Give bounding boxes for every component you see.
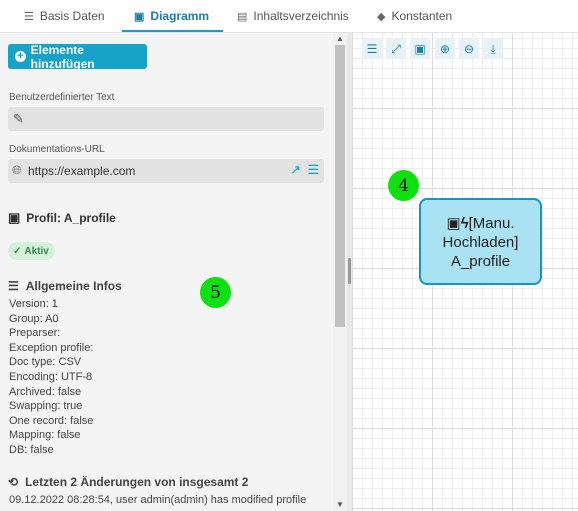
info-line: Group: A0: [9, 312, 59, 325]
status-badge: ✓ Aktiv: [8, 242, 55, 260]
scroll-up-icon[interactable]: ▲: [336, 34, 344, 43]
panel-scrollbar[interactable]: ▲ ▼: [333, 33, 347, 511]
pencil-icon: ✎: [13, 111, 24, 126]
image-icon[interactable]: ▣: [410, 39, 430, 59]
scroll-down-icon[interactable]: ▼: [336, 500, 344, 509]
add-elements-button[interactable]: + Elemente hinzufügen: [8, 42, 147, 71]
add-elements-label: Elemente hinzufügen: [30, 42, 95, 71]
download-icon[interactable]: ⤓: [483, 39, 503, 59]
general-info-title: ☰ Allgemeine Infos: [8, 279, 122, 293]
info-line: Mapping: false: [9, 429, 81, 442]
profile-title: ▣ Profil: A_profile: [8, 210, 116, 226]
general-info-title-text: Allgemeine Infos: [25, 279, 122, 293]
annotation-marker-4: 4: [388, 170, 419, 201]
history-icon: ⟲: [8, 475, 19, 489]
list-icon: ☰: [24, 10, 34, 23]
tab-label: Diagramm: [150, 9, 210, 23]
node-label-2: Hochladen]: [442, 234, 519, 251]
tab-label: Basis Daten: [39, 9, 105, 23]
zoom-in-icon[interactable]: ⊕: [435, 39, 455, 59]
external-link-icon[interactable]: ↗: [290, 162, 301, 178]
chip-icon: ▣: [8, 210, 21, 225]
custom-text-label: Benutzerdefinierter Text: [9, 92, 115, 103]
info-line: One record: false: [9, 414, 94, 427]
check-icon: ✓: [13, 245, 22, 257]
properties-panel: + Elemente hinzufügen Benutzerdefinierte…: [0, 33, 333, 511]
profile-title-text: Profil: A_profile: [26, 211, 116, 225]
general-info-list: Version: 1 Group: A0 Preparser: Exceptio…: [9, 297, 93, 458]
status-badge-text: Aktiv: [24, 245, 49, 257]
changes-title: ⟲ Letzten 2 Änderungen von insgesamt 2: [8, 475, 248, 489]
tab-konstanten[interactable]: ◆ Konstanten: [377, 0, 452, 32]
tab-diagramm[interactable]: ▣ Diagramm: [121, 0, 224, 32]
profile-node[interactable]: ▣ϟ[Manu. Hochladen] A_profile: [419, 198, 542, 285]
doc-url-label: Dokumentations-URL: [9, 144, 105, 155]
change-entry: 09.12.2022 08:28:54, user admin(admin) h…: [9, 494, 307, 506]
fit-icon[interactable]: ⤢: [386, 39, 406, 59]
align-icon[interactable]: ☰: [362, 39, 382, 59]
diagram-icon: ▣: [134, 10, 145, 23]
node-label-1: [Manu.: [468, 215, 515, 232]
info-line: Swapping: true: [9, 400, 83, 413]
toc-icon: ▤: [237, 10, 248, 23]
diagram-toolbar: ☰ ⤢ ▣ ⊕ ⊖ ⤓: [353, 33, 578, 63]
bolt-icon: ϟ: [460, 215, 469, 232]
annotation-marker-5: 5: [200, 277, 231, 308]
changes-title-text: Letzten 2 Änderungen von insgesamt 2: [25, 475, 249, 489]
zoom-out-icon[interactable]: ⊖: [459, 39, 479, 59]
list-icon: ☰: [8, 279, 19, 293]
custom-text-field[interactable]: ✎: [8, 107, 324, 131]
tab-bar: ☰ Basis Daten ▣ Diagramm ▤ Inhaltsverzei…: [0, 0, 578, 33]
splitter-grip[interactable]: [348, 258, 351, 284]
tag-icon: ◆: [377, 10, 386, 23]
menu-icon[interactable]: ☰: [307, 162, 319, 178]
info-line: Preparser:: [9, 327, 61, 340]
info-line: Archived: false: [9, 385, 82, 398]
node-line-1: ▣ϟ[Manu.: [421, 214, 540, 233]
globe-icon: 🌐︎: [12, 163, 22, 177]
scrollbar-thumb[interactable]: [335, 45, 345, 327]
chip-icon: ▣: [446, 215, 461, 232]
info-line: DB: false: [9, 443, 54, 456]
tab-label: Inhaltsverzeichnis: [253, 9, 349, 23]
info-line: Encoding: UTF-8: [9, 370, 93, 383]
info-line: Version: 1: [9, 298, 58, 310]
node-label-3: A_profile: [450, 253, 511, 270]
tab-inhaltsverzeichnis[interactable]: ▤ Inhaltsverzeichnis: [237, 0, 349, 32]
tab-label: Konstanten: [391, 9, 453, 23]
tab-basis-daten[interactable]: ☰ Basis Daten: [24, 0, 105, 32]
doc-url-field[interactable]: 🌐︎ https://example.com ↗ ☰: [8, 159, 324, 183]
info-line: Doc type: CSV: [9, 356, 82, 369]
doc-url-value: https://example.com: [28, 164, 136, 178]
plus-circle-icon: +: [15, 51, 26, 62]
info-line: Exception profile:: [9, 341, 94, 354]
